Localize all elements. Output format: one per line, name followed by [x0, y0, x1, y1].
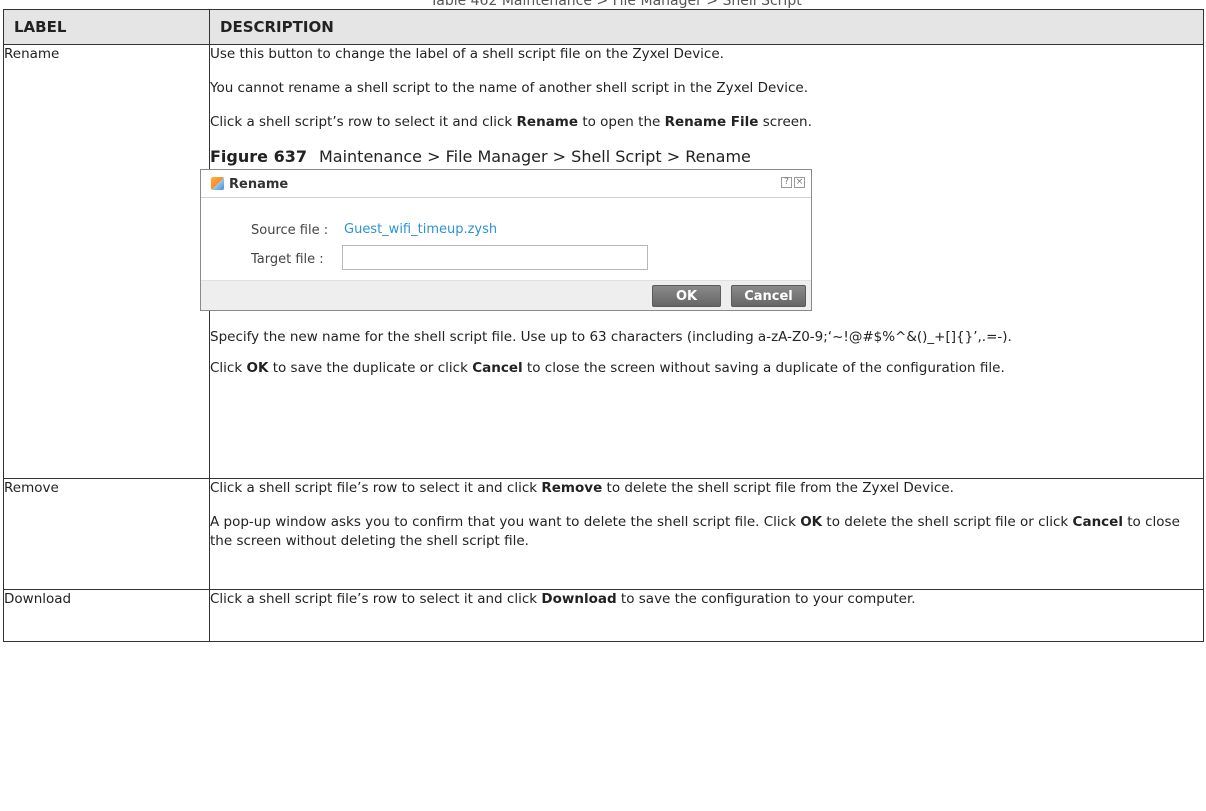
download-desc-p1: Click a shell script file’s row to selec…: [210, 591, 916, 607]
header-label: LABEL: [3, 9, 210, 45]
rename-desc-p2: You cannot rename a shell script to the …: [210, 80, 809, 96]
cut-off-table-caption: Table 462 Maintenance > File Manager > S…: [0, 0, 1206, 9]
source-file-label: Source file :: [251, 223, 329, 238]
table-header-row: LABEL DESCRIPTION: [3, 9, 1204, 45]
document-page: Table 462 Maintenance > File Manager > S…: [0, 0, 1206, 811]
row-label-remove: Remove: [3, 478, 210, 590]
figure-caption: Figure 637 Maintenance > File Manager > S…: [210, 147, 1203, 167]
ok-button[interactable]: OK: [652, 285, 721, 307]
table-row-download: Download Click a shell script file’s row…: [3, 589, 1204, 642]
remove-desc-p1: Click a shell script file’s row to selec…: [210, 480, 954, 496]
row-description-download: Click a shell script file’s row to selec…: [209, 589, 1204, 642]
table-row-remove: Remove Click a shell script file’s row t…: [3, 478, 1204, 590]
row-label-rename: Rename: [3, 44, 210, 479]
cancel-button[interactable]: Cancel: [731, 285, 806, 307]
remove-desc-p2: A pop-up window asks you to confirm that…: [210, 514, 1180, 549]
rename-desc-p1: Use this button to change the label of a…: [210, 46, 724, 62]
source-file-value: Guest_wifi_timeup.zysh: [344, 222, 498, 237]
help-icon[interactable]: ?: [781, 177, 792, 188]
app-logo-icon: [211, 177, 224, 190]
row-label-download: Download: [3, 589, 210, 642]
figure-number: Figure 637: [210, 147, 307, 166]
rename-desc-p5: Click OK to save the duplicate or click …: [210, 360, 1005, 376]
dialog-title: Rename: [229, 177, 289, 192]
rename-dialog: Rename ? × Source file : Guest_wifi_time…: [200, 169, 812, 311]
row-description-remove: Click a shell script file’s row to selec…: [209, 478, 1204, 590]
target-file-input[interactable]: [342, 245, 648, 270]
header-description: DESCRIPTION: [209, 9, 1204, 45]
dialog-body: Source file : Guest_wifi_timeup.zysh Tar…: [201, 198, 811, 283]
dialog-titlebar[interactable]: Rename ? ×: [201, 170, 811, 198]
rename-desc-p3: Click a shell script’s row to select it …: [210, 114, 812, 130]
rename-desc-p4: Specify the new name for the shell scrip…: [210, 329, 1012, 345]
dialog-footer: OK Cancel: [201, 280, 811, 310]
close-icon[interactable]: ×: [794, 177, 805, 188]
table-caption-text: Table 462 Maintenance > File Manager > S…: [430, 0, 802, 9]
table-row-rename: Rename Use this button to change the lab…: [3, 44, 1204, 479]
row-description-rename: Use this button to change the label of a…: [200, 44, 1204, 479]
description-table: LABEL DESCRIPTION Rename Use this button…: [3, 9, 1204, 642]
target-file-label: Target file :: [251, 252, 324, 267]
figure-caption-text: Maintenance > File Manager > Shell Scrip…: [318, 147, 751, 166]
